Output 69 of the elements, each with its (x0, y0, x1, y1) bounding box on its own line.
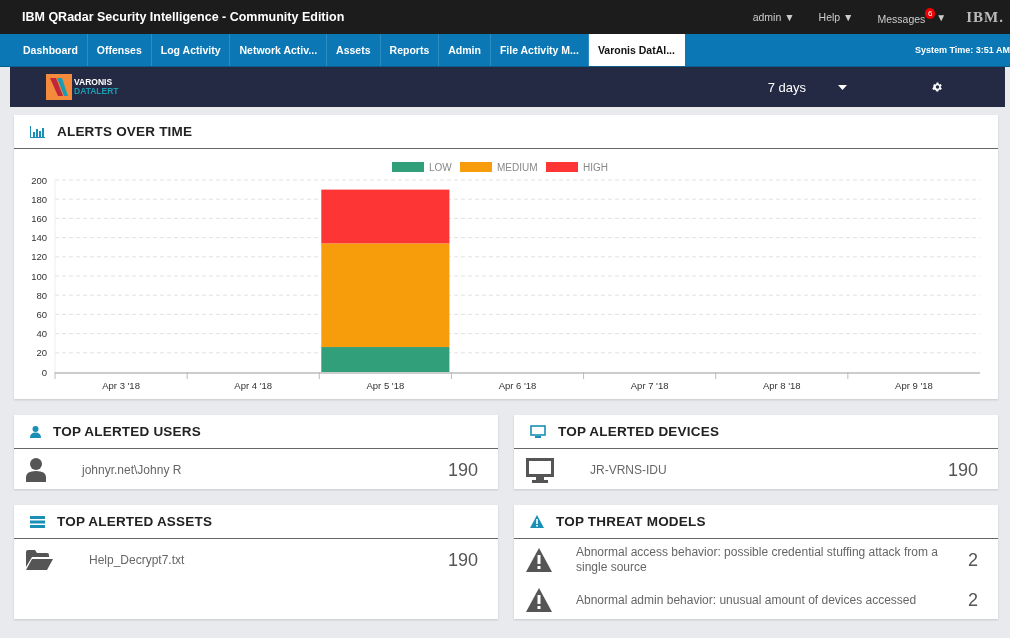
legend-label: HIGH (583, 162, 608, 173)
user-icon (26, 458, 46, 482)
card-title: TOP THREAT MODELS (556, 514, 706, 529)
nav-tab[interactable]: Network Activ... (230, 34, 328, 66)
company-logo: IBM. (966, 8, 1004, 26)
range-dropdown[interactable]: 7 days (767, 79, 806, 95)
alert-count: 190 (447, 459, 478, 481)
logo-text: VARONIS (74, 78, 114, 87)
y-tick-label: 180 (31, 193, 47, 205)
row-label: johnyr.net\Johny R (80, 462, 183, 478)
card-title: TOP ALERTED USERS (53, 424, 201, 439)
nav-tab[interactable]: Offenses (87, 34, 152, 66)
logo-mark-icon (46, 74, 72, 100)
card-title: TOP ALERTED ASSETS (57, 514, 213, 529)
nav-tab[interactable]: Assets (327, 34, 381, 66)
server-icon (30, 515, 45, 528)
warning-icon (526, 588, 552, 612)
top-menu[interactable]: admin ▼ (752, 11, 795, 23)
warning-icon (526, 548, 552, 572)
settings-icon[interactable] (931, 81, 943, 93)
nav-tab[interactable]: File Activity M... (490, 34, 589, 66)
folder-icon (26, 550, 53, 570)
nav-tab[interactable]: Reports (380, 34, 440, 66)
x-tick-label: Apr 3 '18 (102, 380, 140, 391)
monitor-icon (526, 457, 554, 483)
top-menu[interactable]: Help ▼ (818, 11, 854, 23)
y-tick-label: 140 (31, 232, 47, 244)
user-icon (30, 425, 41, 438)
row-label: Abnormal access behavior: possible credential stuffing attack from a single source (575, 545, 939, 575)
x-tick-label: Apr 7 '18 (630, 380, 669, 391)
alert-count: 2 (968, 589, 978, 611)
y-tick-label: 0 (41, 366, 47, 378)
legend-label: MEDIUM (497, 162, 538, 173)
system-time: System Time: 3:51 AM (914, 45, 1010, 55)
y-tick-label: 40 (36, 328, 47, 340)
y-tick-label: 200 (31, 174, 47, 186)
app-title: IBM QRadar Security Intelligence - Community Edition (22, 10, 346, 24)
y-tick-label: 20 (36, 347, 47, 359)
caret-icon[interactable]: ▼ (936, 11, 947, 23)
x-tick-label: Apr 5 '18 (366, 380, 405, 391)
y-tick-label: 120 (31, 251, 47, 263)
message-count-badge: 6 (924, 7, 936, 19)
card-title: ALERTS OVER TIME (57, 124, 193, 139)
x-tick-label: Apr 9 '18 (895, 380, 933, 391)
bar-chart-icon (30, 125, 45, 138)
y-tick-label: 80 (36, 289, 47, 301)
x-tick-label: Apr 4 '18 (234, 380, 273, 391)
caret-icon[interactable] (838, 84, 847, 90)
nav-tab[interactable]: Log Activity (151, 34, 231, 66)
row-label: JR-VRNS-IDU (589, 462, 668, 478)
top-menu[interactable]: Messages 6 (877, 9, 936, 25)
row-label: Help_Decrypt7.txt (88, 552, 186, 568)
alert-count: 190 (447, 549, 478, 571)
warning-icon (530, 515, 544, 528)
y-tick-label: 60 (36, 308, 47, 320)
alert-count: 2 (968, 549, 978, 571)
nav-tab[interactable]: Dashboard (14, 34, 88, 66)
card-title: TOP ALERTED DEVICES (558, 424, 720, 439)
x-tick-label: Apr 8 '18 (762, 380, 801, 391)
legend-label: LOW (429, 162, 452, 173)
alert-count: 190 (947, 459, 978, 481)
y-tick-label: 100 (31, 270, 47, 282)
y-tick-label: 160 (31, 212, 47, 224)
row-label: Abnormal admin behavior: unusual amount of devices accessed (575, 592, 918, 608)
x-tick-label: Apr 6 '18 (498, 380, 537, 391)
monitor-icon (530, 425, 546, 438)
logo-subtext: DATALERT (74, 87, 119, 96)
nav-tab[interactable]: Varonis DatAl... (588, 34, 685, 66)
nav-tab[interactable]: Admin (439, 34, 491, 66)
